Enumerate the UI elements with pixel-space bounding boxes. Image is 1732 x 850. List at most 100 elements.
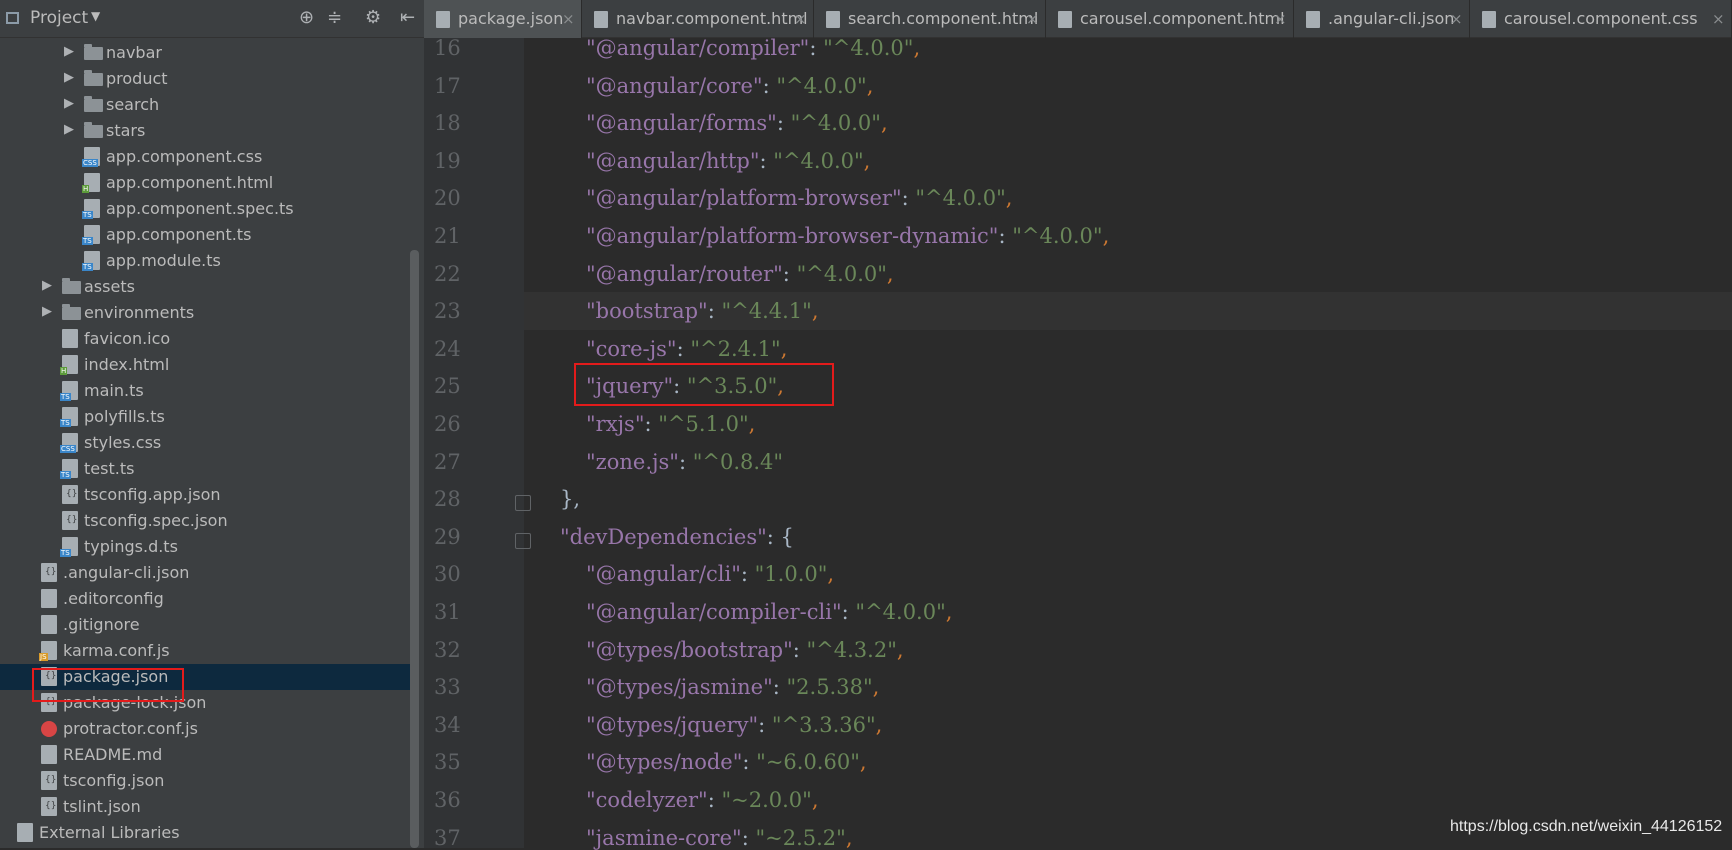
close-icon[interactable]: × [794,10,807,28]
code-line[interactable]: "@types/bootstrap": "^4.3.2", [586,638,904,662]
code-line[interactable]: "@angular/core": "^4.0.0", [586,74,873,98]
tree-item[interactable]: tslint.json [0,794,410,820]
code-line[interactable]: "@angular/compiler-cli": "^4.0.0", [586,600,952,624]
editor-tab[interactable]: carousel.component.css × [1470,0,1732,38]
code-line[interactable]: "@types/node": "~6.0.60", [586,750,867,774]
tree-item[interactable]: tsconfig.app.json [0,482,410,508]
gear-icon[interactable]: ⚙ [365,7,381,28]
tree-item-label: navbar [106,43,162,62]
code-line[interactable]: "zone.js": "^0.8.4" [586,450,783,474]
hide-panel-icon[interactable]: ⇤ [400,7,415,28]
editor-tab[interactable]: carousel.component.html × [1046,0,1294,38]
code-line[interactable]: "codelyzer": "~2.0.0", [586,788,819,812]
line-number: 36 [434,788,461,812]
line-number: 17 [434,73,461,98]
fold-marker-icon[interactable] [515,495,531,512]
tree-item[interactable]: .gitignore [0,612,410,638]
tree-item[interactable]: Happ.component.html [0,170,410,196]
code-line[interactable]: "bootstrap": "^4.4.1", [586,299,819,323]
tree-item[interactable]: CSS app.component.css [0,144,410,170]
code-line[interactable]: "@angular/platform-browser-dynamic": "^4… [586,224,1109,248]
tree-item-label: app.module.ts [106,251,221,270]
code-line[interactable]: "@angular/http": "^4.0.0", [586,149,870,173]
code-line[interactable]: "@angular/platform-browser": "^4.0.0", [586,186,1012,210]
code-line[interactable]: "rxjs": "^5.1.0", [586,412,755,436]
file-icon [41,589,57,608]
editor-tab[interactable]: search.component.html × [814,0,1046,38]
project-title[interactable]: Project [30,8,88,28]
tree-item[interactable]: TS app.module.ts [0,248,410,274]
expand-arrow-icon[interactable]: ▶ [64,96,76,112]
tree-item[interactable]: CSS styles.css [0,430,410,456]
line-number: 26 [434,412,461,436]
line-number: 24 [434,336,461,361]
editor-tab[interactable]: .angular-cli.json × [1294,0,1470,38]
highlight-box [574,363,834,406]
collapse-icon[interactable]: ≑ [327,7,342,28]
tree-item[interactable]: protractor.conf.js [0,716,410,742]
tree-item[interactable]: .editorconfig [0,586,410,612]
tree-item[interactable]: TS test.ts [0,456,410,482]
editor-tab[interactable]: package.json × [424,0,582,38]
code-line[interactable]: }, [560,487,580,511]
file-icon: H [82,173,100,193]
expand-arrow-icon[interactable]: ▶ [64,44,76,60]
tree-item[interactable]: ▶ environments [0,300,410,326]
tree-item[interactable]: ▶ navbar [0,40,410,66]
file-icon: TS [60,381,78,401]
code-line[interactable]: "@types/jasmine": "2.5.38", [586,675,879,699]
tree-item[interactable]: TS main.ts [0,378,410,404]
expand-arrow-icon[interactable]: ▶ [64,70,76,86]
close-icon[interactable]: × [1026,10,1039,28]
code-line[interactable]: "jasmine-core": "~2.5.2", [586,826,853,850]
tree-item-label: .angular-cli.json [63,563,190,582]
close-icon[interactable]: × [1274,10,1287,28]
css-badge-icon: CSS [82,159,98,167]
code-line[interactable]: "devDependencies": { [560,525,794,549]
tree-item[interactable]: TS typings.d.ts [0,534,410,560]
close-icon[interactable]: × [562,10,575,28]
expand-arrow-icon[interactable]: ▶ [42,304,54,320]
line-number: 16 [434,36,461,60]
tree-item-label: protractor.conf.js [63,719,198,738]
tree-item[interactable]: TS polyfills.ts [0,404,410,430]
scrollbar[interactable] [410,250,419,848]
html-badge-icon: H [60,367,68,375]
tree-item[interactable]: TS app.component.ts [0,222,410,248]
tree-item[interactable]: JS karma.conf.js [0,638,410,664]
code-line[interactable]: "@types/jquery": "^3.3.36", [586,713,882,737]
tree-item[interactable]: tsconfig.spec.json [0,508,410,534]
highlight-box [32,668,184,702]
library-icon [17,823,33,842]
file-icon [41,745,57,764]
tree-item[interactable]: README.md [0,742,410,768]
code-line[interactable]: "@angular/router": "^4.0.0", [586,262,894,286]
close-icon[interactable]: × [1450,10,1463,28]
code-line[interactable]: "@angular/cli": "1.0.0", [586,562,834,586]
close-icon[interactable]: × [1712,10,1725,28]
tree-item[interactable]: ▶ product [0,66,410,92]
tree-item[interactable]: ▶ assets [0,274,410,300]
line-number: 25 [434,374,461,399]
locate-icon[interactable]: ⊕ [299,7,314,28]
file-icon: CSS [82,147,100,167]
code-line[interactable]: "@angular/forms": "^4.0.0", [586,111,888,135]
tree-item[interactable]: tsconfig.json [0,768,410,794]
tree-item[interactable]: External Libraries [0,820,410,846]
expand-arrow-icon[interactable]: ▶ [42,278,54,294]
expand-arrow-icon[interactable]: ▶ [64,122,76,138]
code-line[interactable]: "core-js": "^2.4.1", [586,337,787,361]
folder-icon [84,122,103,138]
tree-item[interactable]: .angular-cli.json [0,560,410,586]
tree-item[interactable]: favicon.ico [0,326,410,352]
line-number: 35 [434,750,461,775]
tree-item[interactable]: TS app.component.spec.ts [0,196,410,222]
fold-marker-icon[interactable] [515,532,531,549]
editor-tab[interactable]: navbar.component.html × [582,0,814,38]
tree-item[interactable]: Hindex.html [0,352,410,378]
tree-item[interactable]: ▶ stars [0,118,410,144]
code-line[interactable]: "@angular/compiler": "^4.0.0", [586,36,920,60]
tree-item[interactable]: ▶ search [0,92,410,118]
json-file-icon [62,485,78,504]
chevron-down-icon[interactable]: ▼ [91,9,100,23]
